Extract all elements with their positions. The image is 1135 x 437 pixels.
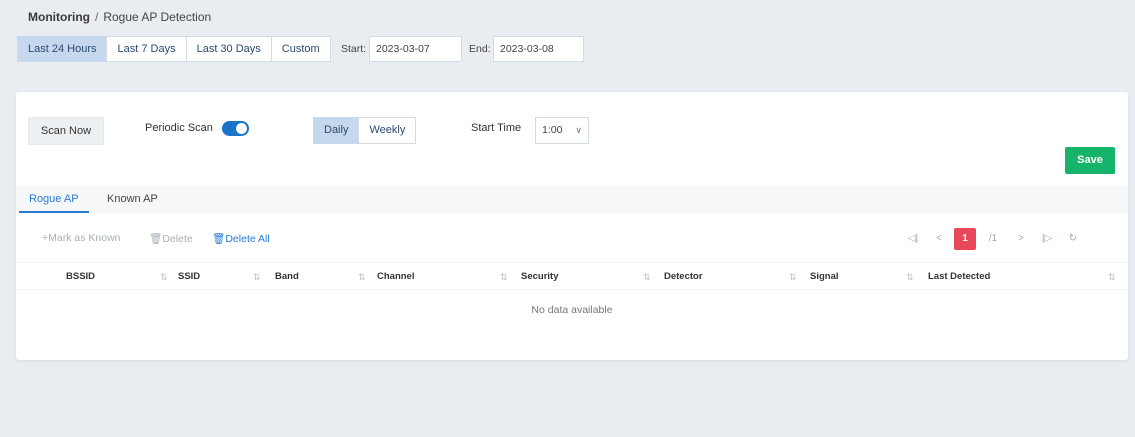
column-signal[interactable]: Signal: [810, 263, 839, 291]
periodic-scan-toggle[interactable]: [222, 121, 249, 136]
current-page[interactable]: 1: [954, 228, 976, 250]
tab-rogue-ap[interactable]: Rogue AP: [19, 185, 89, 213]
breadcrumb-separator: /: [94, 10, 99, 24]
empty-table-message: No data available: [531, 304, 613, 316]
column-band[interactable]: Band: [275, 263, 299, 291]
next-page-icon[interactable]: >: [1010, 228, 1032, 250]
range-last-24-hours[interactable]: Last 24 Hours: [17, 36, 108, 62]
breadcrumb-page: Rogue AP Detection: [103, 10, 212, 24]
range-custom[interactable]: Custom: [270, 36, 331, 62]
sort-icon[interactable]: ⇅: [253, 263, 261, 291]
sort-icon[interactable]: ⇅: [906, 263, 914, 291]
frequency-weekly[interactable]: Weekly: [358, 117, 417, 144]
delete-button[interactable]: 🗑︎Delete: [149, 232, 193, 245]
first-page-icon[interactable]: ◁|: [902, 228, 924, 250]
chevron-down-icon: ∨: [575, 125, 582, 135]
prev-page-icon[interactable]: <: [928, 228, 950, 250]
rogue-ap-panel: Scan Now Periodic Scan Daily Weekly Star…: [16, 92, 1128, 360]
scan-frequency-selector: Daily Weekly: [313, 117, 417, 144]
end-date-field[interactable]: 2023-03-08: [493, 36, 584, 62]
table-header: BSSID ⇅ SSID ⇅ Band ⇅ Channel ⇅ Security…: [16, 262, 1128, 290]
breadcrumb-section[interactable]: Monitoring: [28, 10, 90, 24]
tab-known-ap[interactable]: Known AP: [97, 185, 168, 213]
last-page-icon[interactable]: |▷: [1036, 228, 1058, 250]
delete-all-button[interactable]: 🗑︎Delete All: [212, 232, 270, 245]
toggle-knob: [236, 123, 247, 134]
column-channel[interactable]: Channel: [377, 263, 414, 291]
save-button[interactable]: Save: [1065, 147, 1115, 174]
refresh-icon[interactable]: ↻: [1062, 228, 1084, 250]
sort-icon[interactable]: ⇅: [500, 263, 508, 291]
sort-icon[interactable]: ⇅: [789, 263, 797, 291]
end-date-label: End:: [469, 43, 491, 55]
sort-icon[interactable]: ⇅: [160, 263, 168, 291]
start-time-value: 1:00: [542, 124, 563, 136]
periodic-scan-label: Periodic Scan: [145, 122, 213, 134]
sort-icon[interactable]: ⇅: [358, 263, 366, 291]
trash-icon: 🗑︎: [149, 233, 163, 245]
start-date-label: Start:: [341, 43, 367, 55]
trash-icon: 🗑︎: [212, 233, 226, 245]
breadcrumb: Monitoring / Rogue AP Detection: [28, 10, 211, 24]
sort-icon[interactable]: ⇅: [1108, 263, 1116, 291]
column-ssid[interactable]: SSID: [178, 263, 200, 291]
sort-icon[interactable]: ⇅: [643, 263, 651, 291]
mark-as-known-label: Mark as Known: [48, 232, 121, 244]
column-security[interactable]: Security: [521, 263, 559, 291]
tab-strip: [16, 185, 1128, 213]
range-last-7-days[interactable]: Last 7 Days: [106, 36, 187, 62]
column-bssid[interactable]: BSSID: [66, 263, 95, 291]
delete-all-label: Delete All: [225, 233, 270, 245]
start-time-label: Start Time: [471, 122, 522, 134]
scan-now-button[interactable]: Scan Now: [28, 117, 104, 145]
range-last-30-days[interactable]: Last 30 Days: [185, 36, 272, 62]
mark-as-known-button[interactable]: +Mark as Known: [42, 232, 121, 244]
delete-label: Delete: [162, 233, 193, 245]
column-last-detected[interactable]: Last Detected: [928, 263, 990, 291]
date-range-tabs: Last 24 Hours Last 7 Days Last 30 Days C…: [17, 36, 331, 62]
start-date-field[interactable]: 2023-03-07: [369, 36, 462, 62]
start-time-select[interactable]: 1:00 ∨: [535, 117, 589, 144]
page-total: /1: [988, 233, 998, 244]
frequency-daily[interactable]: Daily: [313, 117, 360, 144]
pagination: ◁| < 1 /1 > |▷ ↻: [902, 228, 1084, 250]
column-detector[interactable]: Detector: [664, 263, 703, 291]
